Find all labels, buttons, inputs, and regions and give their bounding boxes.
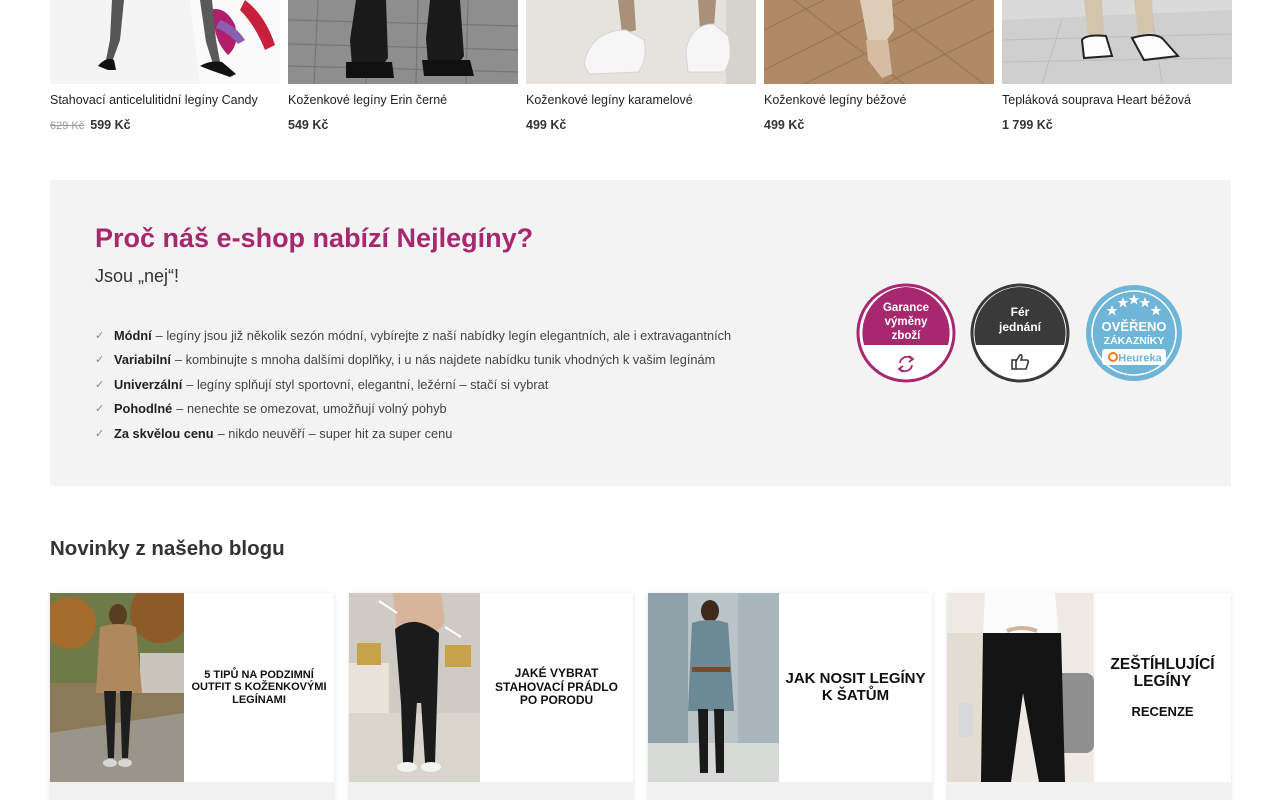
check-icon: ✓	[95, 403, 105, 416]
blog-post-image[interactable]	[648, 593, 779, 782]
blog-title-line: JAK NOSIT LEGÍNY	[785, 669, 926, 687]
badge-line: jednání	[998, 320, 1042, 334]
check-icon: ✓	[95, 378, 105, 391]
product-name[interactable]: Tepláková souprava Heart béžová	[1002, 93, 1191, 107]
benefit-item: ✓ Módní – legíny jsou již několik sezón mó…	[95, 323, 731, 348]
blog-title-line: K ŠATŮM	[821, 686, 890, 704]
blog-post-footer	[50, 782, 334, 800]
benefit-item: ✓ Univerzální – legíny splňují styl sporto…	[95, 372, 731, 397]
product-price: 549 Kč	[288, 118, 329, 132]
fair-dealing-badge[interactable]: Fér jednání	[970, 283, 1070, 383]
benefit-text: – legíny jsou již několik sezón módní, v…	[155, 327, 732, 343]
product-image[interactable]	[50, 0, 280, 84]
heureka-verified-badge[interactable]: OVĚŘENO ZÁKAZNÍKY Heureka	[1084, 283, 1184, 383]
product-prices: 549 Kč	[288, 118, 328, 132]
product-card[interactable]: Stahovací anticelulitidní legíny Candy 6…	[50, 0, 280, 140]
badge-line: OVĚŘENO	[1101, 319, 1166, 334]
product-price: 499 Kč	[764, 118, 805, 132]
why-us-panel: Proč náš e-shop nabízí Nejlegíny? Jsou „…	[50, 180, 1231, 486]
benefit-text: – nenechte se omezovat, umožňují volný p…	[176, 401, 447, 417]
blog-title-line: LEGÍNY	[1133, 673, 1192, 691]
blog-title-line: RECENZE	[1131, 703, 1194, 719]
blog-post-title[interactable]: ZEŠTÍHLUJÍCÍ LEGÍNY RECENZE	[1094, 593, 1231, 782]
badge-line: ZÁKAZNÍKY	[1104, 334, 1165, 347]
product-price: 599 Kč	[90, 118, 131, 132]
product-strip: Stahovací anticelulitidní legíny Candy 6…	[50, 0, 1232, 150]
blog-post-title[interactable]: 5 TIPŮ NA PODZIMNÍ OUTFIT S KOŽENKOVÝMI …	[184, 593, 334, 782]
blog-title-line: PO PORODU	[519, 693, 594, 708]
product-name[interactable]: Koženkové legíny karamelové	[526, 93, 693, 107]
product-prices: 1 799 Kč	[1002, 118, 1053, 132]
why-us-subtitle: Jsou „nej“!	[95, 266, 180, 286]
blog-post-footer	[947, 782, 1231, 800]
blog-title-line: ZEŠTÍHLUJÍCÍ	[1110, 655, 1215, 673]
blog-title-line: 5 TIPŮ NA PODZIMNÍ	[204, 669, 314, 682]
product-image[interactable]	[526, 0, 756, 84]
blog-section-title: Novinky z našeho blogu	[50, 537, 285, 560]
blog-post-image[interactable]	[50, 593, 184, 782]
benefit-item: ✓ Pohodlné – nenechte se omezovat, umožňuj…	[95, 397, 731, 422]
product-name[interactable]: Stahovací anticelulitidní legíny Candy	[50, 93, 258, 107]
blog-post-footer	[349, 782, 633, 800]
product-name[interactable]: Koženkové legíny Erin černé	[288, 93, 447, 107]
blog-post-card[interactable]: JAK NOSIT LEGÍNY K ŠATŮM	[648, 593, 932, 800]
benefit-text: – nikdo neuvěří – super hit za super cen…	[217, 425, 453, 441]
blog-post-title[interactable]: JAK NOSIT LEGÍNY K ŠATŮM	[779, 593, 932, 782]
product-price: 1 799 Kč	[1002, 118, 1053, 132]
blog-post-image[interactable]	[947, 593, 1094, 782]
product-prices: 499 Kč	[764, 118, 804, 132]
product-card[interactable]: Koženkové legíny karamelové 499 Kč	[526, 0, 756, 140]
product-old-price: 629 Kč	[50, 120, 85, 132]
product-prices: 499 Kč	[526, 118, 566, 132]
badge-line: Fér	[1011, 305, 1030, 319]
badge-line: výměny	[885, 316, 928, 328]
benefit-label: Variabilní	[114, 352, 171, 368]
product-price: 499 Kč	[526, 118, 567, 132]
why-us-title: Proč náš e-shop nabízí Nejlegíny?	[95, 223, 534, 253]
product-card[interactable]: Tepláková souprava Heart béžová 1 799 Kč	[1002, 0, 1232, 140]
benefit-item: ✓ Za skvělou cenu – nikdo neuvěří – super …	[95, 421, 731, 446]
trust-badges: Garance výměny zboží Fér jednání OVĚŘENO…	[856, 283, 1186, 383]
product-image[interactable]	[288, 0, 518, 84]
check-icon: ✓	[95, 329, 105, 342]
blog-post-footer	[648, 782, 932, 800]
blog-post-card[interactable]: JAKÉ VYBRAT STAHOVACÍ PRÁDLO PO PORODU	[349, 593, 633, 800]
blog-title-line: STAHOVACÍ PRÁDLO	[495, 679, 618, 694]
product-name[interactable]: Koženkové legíny béžové	[764, 93, 906, 107]
benefit-list: ✓ Módní – legíny jsou již několik sezón mó…	[95, 323, 731, 446]
check-icon: ✓	[95, 354, 105, 367]
benefit-label: Univerzální	[114, 376, 183, 392]
blog-title-line: JAKÉ VYBRAT	[514, 666, 599, 681]
blog-title-line: LEGÍNAMI	[232, 693, 286, 706]
benefit-item: ✓ Variabilní – kombinujte s mnoha dalšími …	[95, 348, 731, 373]
benefit-label: Pohodlné	[114, 401, 173, 417]
blog-post-card[interactable]: ZEŠTÍHLUJÍCÍ LEGÍNY RECENZE	[947, 593, 1231, 800]
product-prices: 629 Kč 599 Kč	[50, 118, 131, 132]
check-icon: ✓	[95, 427, 105, 440]
benefit-text: – kombinujte s mnoha dalšími doplňky, i …	[174, 352, 716, 368]
badge-line: Heureka	[1118, 353, 1162, 365]
product-card[interactable]: Koženkové legíny béžové 499 Kč	[764, 0, 994, 140]
blog-post-image[interactable]	[349, 593, 480, 782]
exchange-guarantee-badge[interactable]: Garance výměny zboží	[856, 283, 956, 383]
product-image[interactable]	[764, 0, 994, 84]
blog-post-title[interactable]: JAKÉ VYBRAT STAHOVACÍ PRÁDLO PO PORODU	[480, 593, 633, 782]
benefit-label: Módní	[114, 327, 152, 343]
blog-post-card[interactable]: 5 TIPŮ NA PODZIMNÍ OUTFIT S KOŽENKOVÝMI …	[50, 593, 334, 800]
badge-line: Garance	[883, 302, 929, 314]
badge-line: zboží	[892, 330, 922, 342]
blog-title-line: OUTFIT S KOŽENKOVÝMI	[191, 681, 327, 694]
benefit-text: – legíny splňují styl sportovní, elegant…	[186, 376, 549, 392]
product-card[interactable]: Koženkové legíny Erin černé 549 Kč	[288, 0, 518, 140]
benefit-label: Za skvělou cenu	[114, 425, 214, 441]
product-image[interactable]	[1002, 0, 1232, 84]
